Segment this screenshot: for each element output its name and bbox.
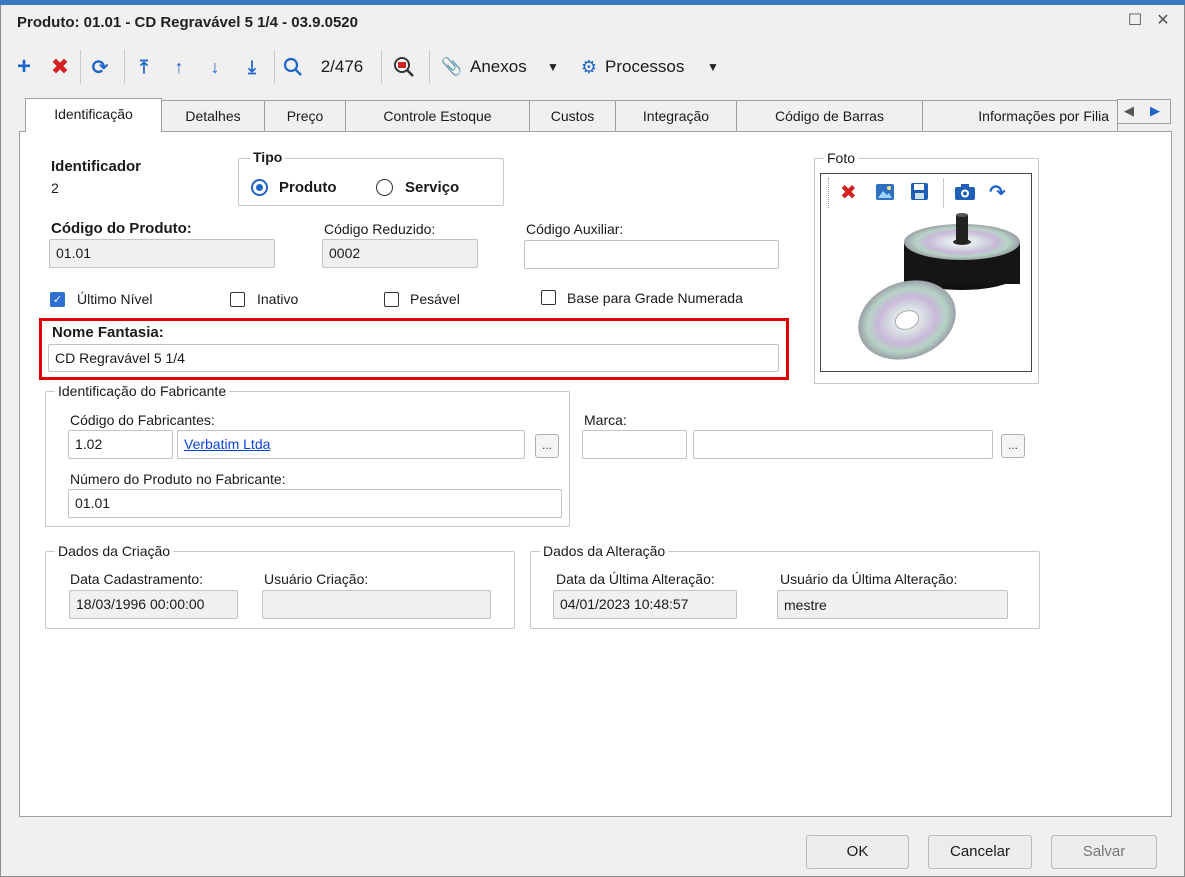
pesavel-label[interactable]: Pesável <box>410 291 460 307</box>
data-cadastramento-label: Data Cadastramento: <box>70 571 204 587</box>
codigo-fabricante-label: Código do Fabricantes: <box>70 412 215 428</box>
fabricante-group-title: Identificação do Fabricante <box>55 383 230 399</box>
codigo-reduzido-label: Código Reduzido: <box>324 221 436 237</box>
delete-icon[interactable]: ✖ <box>48 52 72 82</box>
usuario-criacao-label: Usuário Criação: <box>264 571 369 587</box>
inativo-label[interactable]: Inativo <box>257 291 298 307</box>
inativo-checkbox[interactable] <box>230 292 245 307</box>
fabricante-link[interactable]: Verbatim Ltda <box>184 436 270 452</box>
camera-icon[interactable] <box>954 183 976 204</box>
cd-spindle-graphic <box>858 213 1020 360</box>
numero-produto-fabricante-field[interactable]: 01.01 <box>68 489 562 518</box>
tab-scroll-arrows: ◀ ▶ <box>1117 99 1171 124</box>
gear-icon[interactable]: ⚙ <box>578 52 600 82</box>
close-icon[interactable]: ✕ <box>1154 11 1172 31</box>
toolbar-separator <box>80 50 81 84</box>
nome-fabricante-field[interactable]: Verbatim Ltda <box>177 430 525 459</box>
chevron-down-icon[interactable]: ▼ <box>545 52 561 82</box>
search-icon-graphic <box>283 57 302 76</box>
toolbar-separator <box>381 50 382 84</box>
codigo-auxiliar-field[interactable] <box>524 240 779 269</box>
photo-toolbar-separator <box>943 178 944 208</box>
tab-controle-estoque[interactable]: Controle Estoque <box>345 100 530 131</box>
record-position: 2/476 <box>320 57 364 76</box>
camera-icon-graphic <box>955 184 975 200</box>
numero-produto-fabricante-label: Número do Produto no Fabricante: <box>70 471 286 487</box>
tipo-produto-label[interactable]: Produto <box>279 179 337 196</box>
data-cadastramento-field[interactable]: 18/03/1996 00:00:00 <box>69 590 238 619</box>
delete-photo-icon[interactable]: ✖ <box>840 180 857 205</box>
tab-integracao[interactable]: Integração <box>615 100 737 131</box>
ok-button[interactable]: OK <box>806 835 909 869</box>
tab-detalhes[interactable]: Detalhes <box>161 100 265 131</box>
codigo-produto-field[interactable]: 01.01 <box>49 239 275 268</box>
codigo-auxiliar-label: Código Auxiliar: <box>526 221 624 237</box>
ultimo-nivel-label[interactable]: Último Nível <box>77 291 152 307</box>
usuario-criacao-field[interactable] <box>262 590 491 619</box>
processes-menu[interactable]: Processos <box>605 52 700 82</box>
marca-label: Marca: <box>584 412 627 428</box>
pesavel-checkbox[interactable] <box>384 292 399 307</box>
maximize-icon[interactable]: ☐ <box>1126 11 1144 31</box>
codigo-produto-label: Código do Produto: <box>51 220 192 237</box>
tab-identificacao[interactable]: Identificação <box>25 98 162 132</box>
image-icon[interactable] <box>875 183 895 204</box>
save-photo-icon[interactable] <box>910 182 929 204</box>
refresh-icon[interactable]: ⟳ <box>88 52 112 82</box>
advanced-search-icon-graphic <box>394 57 414 77</box>
toolbar-separator <box>124 50 125 84</box>
rotate-icon[interactable]: ↷ <box>989 180 1006 205</box>
tipo-produto-radio[interactable] <box>251 179 268 196</box>
save-photo-icon-graphic <box>911 183 928 200</box>
codigo-fabricante-field[interactable]: 1.02 <box>68 430 173 459</box>
tab-custos[interactable]: Custos <box>529 100 616 131</box>
add-icon[interactable]: + <box>12 52 36 82</box>
marca-name-field[interactable] <box>693 430 993 459</box>
tipo-label: Tipo <box>250 149 286 165</box>
cancel-button[interactable]: Cancelar <box>928 835 1032 869</box>
usuario-ultima-alteracao-field[interactable]: mestre <box>777 590 1008 619</box>
identificador-label: Identificador <box>51 158 142 175</box>
photo-toolbar-grip <box>828 178 829 208</box>
cd-spindle-image <box>852 212 1022 370</box>
data-ultima-alteracao-field[interactable]: 04/01/2023 10:48:57 <box>553 590 737 619</box>
toolbar-separator <box>429 50 430 84</box>
tab-preco[interactable]: Preço <box>264 100 346 131</box>
criacao-group-title: Dados da Criação <box>55 543 174 559</box>
window-title: Produto: 01.01 - CD Regravável 5 1/4 - 0… <box>17 14 358 31</box>
identificador-value: 2 <box>51 180 59 196</box>
image-icon-graphic <box>876 184 894 200</box>
save-button[interactable]: Salvar <box>1051 835 1157 869</box>
base-grade-numerada-label[interactable]: Base para Grade Numerada <box>567 290 743 306</box>
highlight-box <box>39 318 789 380</box>
tab-informacoes-filial[interactable]: Informações por Filia <box>922 100 1118 131</box>
marca-lookup-button[interactable]: ... <box>1001 434 1025 458</box>
marca-code-field[interactable] <box>582 430 687 459</box>
tipo-servico-radio[interactable] <box>376 179 393 196</box>
chevron-down-icon[interactable]: ▼ <box>705 52 721 82</box>
codigo-reduzido-field[interactable]: 0002 <box>322 239 478 268</box>
paperclip-icon[interactable]: 📎 <box>441 52 462 82</box>
usuario-ultima-alteracao-label: Usuário da Última Alteração: <box>780 571 958 587</box>
last-record-icon[interactable]: ⤓ <box>240 52 264 82</box>
foto-label: Foto <box>824 150 859 166</box>
advanced-search-icon[interactable] <box>390 52 418 82</box>
next-record-icon[interactable]: ↓ <box>203 52 227 82</box>
search-icon[interactable] <box>281 52 305 82</box>
tab-scroll-left-icon[interactable]: ◀ <box>1124 103 1134 119</box>
tab-codigo-barras[interactable]: Código de Barras <box>736 100 923 131</box>
tipo-servico-label[interactable]: Serviço <box>405 179 459 196</box>
tab-scroll-right-icon[interactable]: ▶ <box>1150 103 1160 119</box>
previous-record-icon[interactable]: ↑ <box>167 52 191 82</box>
fabricante-lookup-button[interactable]: ... <box>535 434 559 458</box>
toolbar-separator <box>274 50 275 84</box>
data-ultima-alteracao-label: Data da Última Alteração: <box>556 571 715 587</box>
alteracao-group-title: Dados da Alteração <box>540 543 669 559</box>
tipo-group <box>238 158 504 206</box>
ultimo-nivel-checkbox[interactable]: ✓ <box>50 292 65 307</box>
first-record-icon[interactable]: ⤒ <box>132 52 156 82</box>
base-grade-numerada-checkbox[interactable] <box>541 290 556 305</box>
attachments-menu[interactable]: Anexos <box>470 52 540 82</box>
